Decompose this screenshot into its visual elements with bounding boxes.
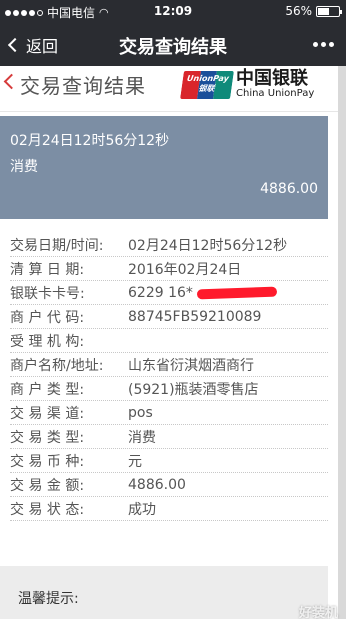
detail-row: 受 理 机 构: xyxy=(10,329,328,353)
detail-label: 交 易 币 种: xyxy=(10,453,85,470)
detail-list: 交易日期/时间: 02月24日12时56分12秒 清 算 日 期: 2016年02月… xyxy=(0,233,338,521)
detail-value: 02月24日12时56分12秒 xyxy=(128,237,288,254)
battery-icon xyxy=(316,5,342,17)
watermark: 好装机 xyxy=(298,606,338,619)
detail-label: 交 易 状 态: xyxy=(10,501,85,518)
redaction-mark xyxy=(196,286,278,299)
logo-en: China UnionPay xyxy=(236,88,315,99)
detail-label: 受 理 机 构: xyxy=(10,333,85,350)
unionpay-logo: UnionPay 银联 中国银联 China UnionPay xyxy=(180,68,315,99)
detail-row: 银联卡卡号: 6229 16* xyxy=(10,281,328,305)
detail-label: 清 算 日 期: xyxy=(10,261,85,278)
detail-row: 交 易 币 种: 元 xyxy=(10,449,328,473)
nav-title: 交易查询结果 xyxy=(119,37,227,58)
battery-group: 56% xyxy=(285,4,342,18)
logo-mark-text: UnionPay 银联 xyxy=(186,73,230,93)
detail-value: 山东省衍淇烟酒商行 xyxy=(128,357,254,374)
logo-cn: 中国银联 xyxy=(236,68,308,89)
detail-value: pos xyxy=(128,404,153,421)
detail-row: 交 易 状 态: 成功 xyxy=(10,497,328,521)
transaction-summary-card: 02月24日12时56分12秒 消费 4886.00 xyxy=(0,116,328,219)
detail-label: 交易日期/时间: xyxy=(10,237,104,254)
unionpay-logo-icon: UnionPay 银联 xyxy=(180,70,234,99)
detail-value: 88745FB59210089 xyxy=(128,308,262,325)
detail-label: 商 户 类 型: xyxy=(10,381,85,398)
detail-value: 元 xyxy=(128,453,142,470)
nav-bar: 返回 交易查询结果 xyxy=(0,22,346,66)
detail-row: 交 易 类 型: 消费 xyxy=(10,425,328,449)
arrow-left-icon[interactable] xyxy=(3,73,20,90)
page-content[interactable]: 交易查询结果 UnionPay 银联 中国银联 China UnionPay 0… xyxy=(0,66,346,619)
page-header: 交易查询结果 UnionPay 银联 中国银联 China UnionPay xyxy=(0,66,338,112)
summary-amount: 4886.00 xyxy=(260,181,318,197)
detail-row: 交 易 渠 道: pos xyxy=(10,401,328,425)
notice-box: 温馨提示: xyxy=(0,566,328,619)
detail-value: 6229 16* xyxy=(128,284,193,301)
detail-value: (5921)瓶装酒零售店 xyxy=(128,381,259,398)
detail-label: 交 易 类 型: xyxy=(10,429,85,446)
battery-percent: 56% xyxy=(285,4,312,18)
status-bar: 中国电信 ◠ 12:09 56% xyxy=(0,0,346,22)
summary-type: 消费 xyxy=(10,159,38,175)
detail-value: 2016年02月24日 xyxy=(128,261,242,278)
detail-value: 4886.00 xyxy=(128,476,186,493)
detail-row: 交易日期/时间: 02月24日12时56分12秒 xyxy=(10,233,328,257)
result-sheet: 交易查询结果 UnionPay 银联 中国银联 China UnionPay 0… xyxy=(0,66,338,619)
more-menu-icon[interactable] xyxy=(313,42,334,47)
detail-row: 交 易 金 额: 4886.00 xyxy=(10,473,328,497)
page-title: 交易查询结果 xyxy=(20,74,146,98)
detail-label: 交 易 金 额: xyxy=(10,477,85,494)
detail-row: 商 户 类 型: (5921)瓶装酒零售店 xyxy=(10,377,328,401)
detail-value: 消费 xyxy=(128,429,156,446)
detail-label: 交 易 渠 道: xyxy=(10,405,85,422)
notice-title: 温馨提示: xyxy=(18,591,79,607)
summary-datetime: 02月24日12时56分12秒 xyxy=(10,133,170,149)
detail-label: 商户名称/地址: xyxy=(10,357,104,374)
detail-label: 商 户 代 码: xyxy=(10,309,85,326)
detail-label: 银联卡卡号: xyxy=(10,285,85,302)
detail-row: 商户名称/地址: 山东省衍淇烟酒商行 xyxy=(10,353,328,377)
detail-value: 成功 xyxy=(128,501,156,518)
detail-row: 商 户 代 码: 88745FB59210089 xyxy=(10,305,328,329)
detail-row: 清 算 日 期: 2016年02月24日 xyxy=(10,257,328,281)
